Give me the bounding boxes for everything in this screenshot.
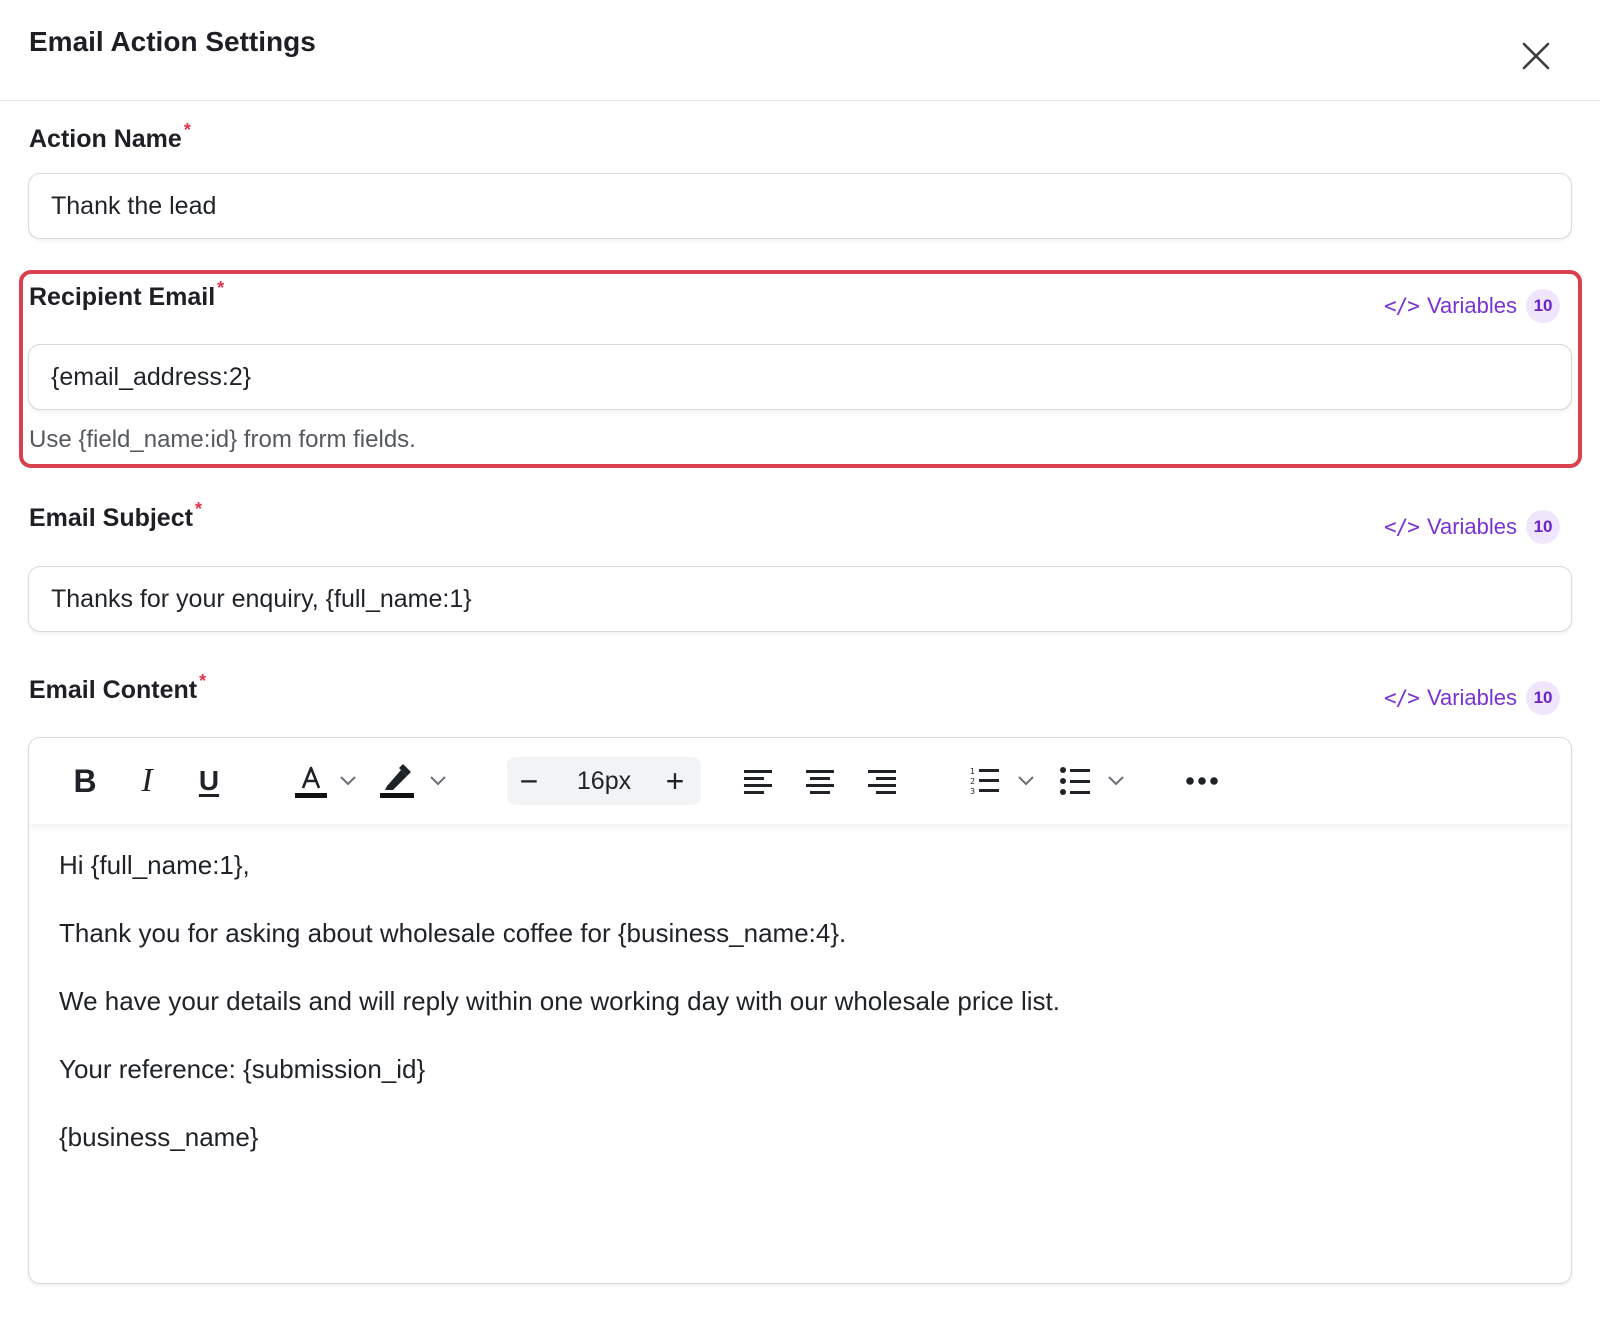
required-mark: * <box>194 499 202 519</box>
align-right-icon <box>868 770 896 794</box>
ordered-list-icon: 1 2 3 <box>970 767 999 796</box>
chevron-down-icon <box>1018 776 1034 786</box>
editor-toolbar: B I U − 16px + 1 2 3 <box>29 738 1571 824</box>
text-color-button[interactable] <box>291 759 331 803</box>
close-icon <box>1522 42 1550 70</box>
recipient-email-input[interactable] <box>28 344 1572 410</box>
code-icon: </> <box>1384 515 1420 539</box>
variables-count-badge: 10 <box>1526 681 1561 715</box>
svg-text:1: 1 <box>970 767 975 776</box>
variables-count-badge: 10 <box>1526 289 1561 323</box>
editor-content[interactable]: Hi {full_name:1}, Thank you for asking a… <box>59 848 1539 1154</box>
highlighter-icon <box>380 764 414 798</box>
close-button[interactable] <box>1518 38 1554 74</box>
font-size-increase-button[interactable]: + <box>653 757 697 805</box>
variables-label: Variables <box>1426 685 1518 710</box>
bullet-list-icon <box>1060 767 1090 795</box>
required-mark: * <box>217 278 225 298</box>
dialog-title: Email Action Settings <box>29 26 316 57</box>
svg-text:2: 2 <box>970 777 975 786</box>
content-variables-button[interactable]: </> Variables 10 <box>1384 680 1561 716</box>
variables-label: Variables <box>1426 514 1518 539</box>
content-paragraph: Thank you for asking about wholesale cof… <box>59 918 847 948</box>
action-name-input[interactable] <box>28 173 1572 239</box>
variables-label: Variables <box>1426 293 1518 318</box>
more-options-button[interactable] <box>1183 759 1221 803</box>
bullet-list-button[interactable] <box>1057 759 1093 803</box>
text-color-dropdown[interactable] <box>335 759 361 803</box>
email-subject-label: Email Subject * <box>29 499 202 532</box>
content-paragraph: {business_name} <box>59 1122 259 1152</box>
underline-button[interactable]: U <box>187 759 231 803</box>
recipient-email-label: Recipient Email * <box>29 278 225 311</box>
code-icon: </> <box>1384 294 1420 318</box>
highlight-color-dropdown[interactable] <box>425 759 451 803</box>
font-size-decrease-button[interactable]: − <box>507 757 551 805</box>
action-name-label: Action Name * <box>29 120 191 153</box>
text-color-icon <box>295 766 327 798</box>
required-mark: * <box>199 671 207 691</box>
email-content-label: Email Content * <box>29 671 207 704</box>
font-size-control: − 16px + <box>507 757 701 805</box>
more-horizontal-icon <box>1186 777 1218 785</box>
highlight-color-button[interactable] <box>377 759 417 803</box>
italic-button[interactable]: I <box>125 759 169 803</box>
align-left-icon <box>744 770 772 794</box>
ordered-list-button[interactable]: 1 2 3 <box>967 759 1003 803</box>
subject-variables-button[interactable]: </> Variables 10 <box>1384 509 1561 545</box>
recipient-email-hint: Use {field_name:id} from form fields. <box>29 426 416 453</box>
font-size-value[interactable]: 16px <box>555 757 653 805</box>
chevron-down-icon <box>430 776 446 786</box>
rich-text-editor[interactable]: B I U − 16px + 1 2 3 Hi {full_name:1}, T… <box>28 737 1572 1284</box>
variables-count-badge: 10 <box>1526 510 1561 544</box>
email-subject-input[interactable] <box>28 566 1572 632</box>
bold-button[interactable]: B <box>63 759 107 803</box>
align-left-button[interactable] <box>741 759 775 803</box>
chevron-down-icon <box>1108 776 1124 786</box>
content-paragraph: Your reference: {submission_id} <box>59 1054 426 1084</box>
code-icon: </> <box>1384 686 1420 710</box>
align-center-button[interactable] <box>803 759 837 803</box>
dialog-header: Email Action Settings <box>0 0 1600 101</box>
content-paragraph: Hi {full_name:1}, <box>59 850 250 880</box>
recipient-variables-button[interactable]: </> Variables 10 <box>1384 288 1561 324</box>
bullet-list-dropdown[interactable] <box>1103 759 1129 803</box>
align-center-icon <box>806 770 834 794</box>
align-right-button[interactable] <box>865 759 899 803</box>
svg-text:3: 3 <box>970 787 975 796</box>
chevron-down-icon <box>340 776 356 786</box>
ordered-list-dropdown[interactable] <box>1013 759 1039 803</box>
content-paragraph: We have your details and will reply with… <box>59 986 1060 1016</box>
required-mark: * <box>183 120 191 140</box>
